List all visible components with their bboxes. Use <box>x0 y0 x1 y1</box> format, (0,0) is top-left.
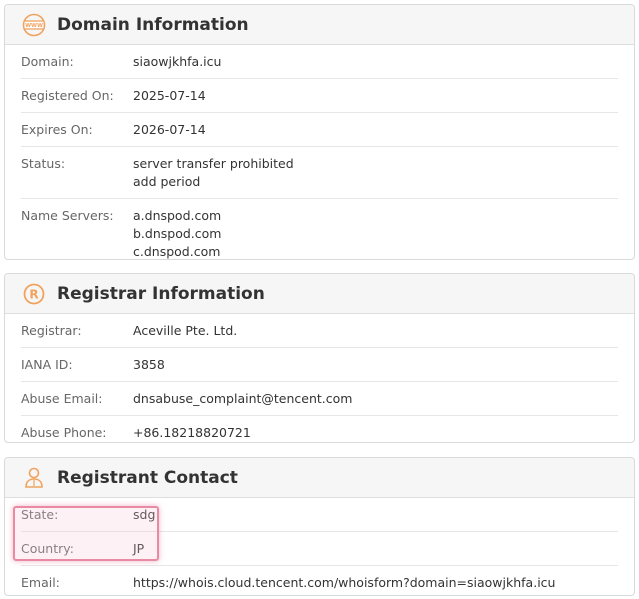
value-email[interactable]: https://whois.cloud.tencent.com/whoisfor… <box>133 574 555 592</box>
row-iana-id: IANA ID: 3858 <box>21 348 618 382</box>
row-expires-on: Expires On: 2026-07-14 <box>21 113 618 147</box>
svg-text:R: R <box>29 287 38 301</box>
domain-information-title: Domain Information <box>57 14 249 35</box>
row-email: Email: https://whois.cloud.tencent.com/w… <box>21 566 618 595</box>
label-registrar: Registrar: <box>21 323 82 338</box>
row-status: Status: server transfer prohibited add p… <box>21 147 618 199</box>
value-iana-id: 3858 <box>133 356 165 374</box>
registered-on-text: 2025-07-14 <box>133 88 206 103</box>
label-status: Status: <box>21 156 66 171</box>
domain-value-text: siaowjkhfa.icu <box>133 54 222 69</box>
registrar-information-card: R Registrar Information Registrar: Acevi… <box>4 273 635 443</box>
highlight-box <box>13 506 159 561</box>
person-icon <box>21 465 47 491</box>
abuse-phone-text: +86.18218820721 <box>133 425 251 440</box>
value-registrar: Aceville Pte. Ltd. <box>133 322 237 340</box>
expires-on-text: 2026-07-14 <box>133 122 206 137</box>
value-status: server transfer prohibited add period <box>133 155 294 191</box>
label-email: Email: <box>21 575 60 590</box>
registrar-information-title: Registrar Information <box>57 283 265 304</box>
label-name-servers: Name Servers: <box>21 208 114 223</box>
value-registered-on: 2025-07-14 <box>133 87 206 105</box>
registrar-text: Aceville Pte. Ltd. <box>133 323 238 338</box>
label-iana-id: IANA ID: <box>21 357 73 372</box>
abuse-email-text: dnsabuse_complaint@tencent.com <box>133 391 353 406</box>
registrant-contact-header: Registrant Contact <box>5 458 634 498</box>
label-abuse-phone: Abuse Phone: <box>21 425 107 440</box>
www-icon: WWW <box>21 12 47 38</box>
label-registered-on: Registered On: <box>21 88 114 103</box>
registrar-information-rows: Registrar: Aceville Pte. Ltd. IANA ID: 3… <box>5 314 634 442</box>
registrar-information-header: R Registrar Information <box>5 274 634 314</box>
name-server: b.dnspod.com <box>133 226 222 241</box>
label-abuse-email: Abuse Email: <box>21 391 103 406</box>
domain-information-card: WWW Domain Information Domain: siaowjkhf… <box>4 4 635 260</box>
value-abuse-email: dnsabuse_complaint@tencent.com <box>133 390 352 408</box>
value-name-servers: a.dnspod.com b.dnspod.com c.dnspod.com <box>133 207 222 259</box>
iana-id-text: 3858 <box>133 357 165 372</box>
domain-information-rows: Domain: siaowjkhfa.icu Registered On: 20… <box>5 45 634 259</box>
registered-icon: R <box>21 281 47 307</box>
row-domain: Domain: siaowjkhfa.icu <box>21 45 618 79</box>
email-link[interactable]: https://whois.cloud.tencent.com/whoisfor… <box>133 574 555 592</box>
label-expires-on: Expires On: <box>21 122 93 137</box>
status-line: server transfer prohibited <box>133 156 294 171</box>
domain-information-header: WWW Domain Information <box>5 5 634 45</box>
name-server: a.dnspod.com <box>133 208 222 223</box>
registrant-contact-title: Registrant Contact <box>57 467 238 488</box>
row-registered-on: Registered On: 2025-07-14 <box>21 79 618 113</box>
status-line: add period <box>133 174 201 189</box>
label-domain: Domain: <box>21 54 74 69</box>
row-registrar: Registrar: Aceville Pte. Ltd. <box>21 314 618 348</box>
row-abuse-phone: Abuse Phone: +86.18218820721 <box>21 416 618 442</box>
value-abuse-phone: +86.18218820721 <box>133 424 251 442</box>
value-expires-on: 2026-07-14 <box>133 121 206 139</box>
value-domain: siaowjkhfa.icu <box>133 53 221 71</box>
row-name-servers: Name Servers: a.dnspod.com b.dnspod.com … <box>21 199 618 259</box>
name-server: c.dnspod.com <box>133 244 221 259</box>
svg-text:WWW: WWW <box>25 22 43 28</box>
row-abuse-email: Abuse Email: dnsabuse_complaint@tencent.… <box>21 382 618 416</box>
